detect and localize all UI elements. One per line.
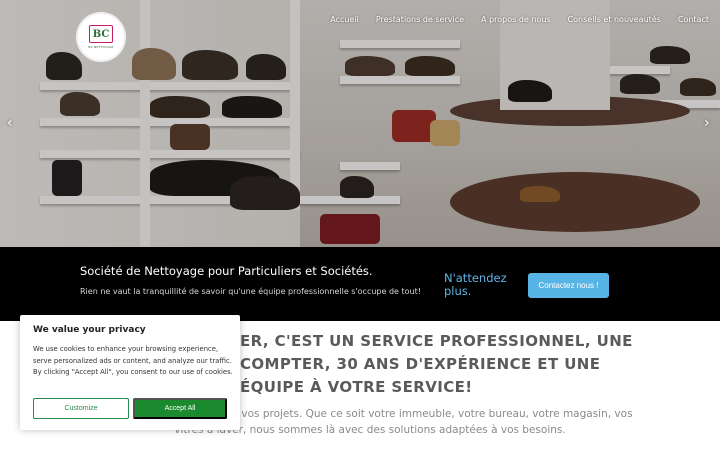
accept-all-button[interactable]: Accept All (133, 398, 227, 419)
contact-button[interactable]: Contactez nous ! (528, 273, 609, 298)
cookie-title: We value your privacy (33, 325, 146, 335)
cookie-body: We use cookies to enhance your browsing … (33, 345, 233, 376)
logo-mark: BC (89, 25, 113, 43)
band-text: Rien ne vaut la tranquillité de savoir q… (80, 287, 421, 296)
band-heading: Société de Nettoyage pour Particuliers e… (80, 264, 373, 278)
nav-item-contact[interactable]: Contact (678, 15, 709, 29)
nav-item-prestations[interactable]: Prestations de service (376, 15, 464, 29)
logo-tagline: BC NETTOYAGE (88, 45, 114, 49)
site-logo[interactable]: BC BC NETTOYAGE (78, 14, 124, 60)
nav-item-conseils[interactable]: Conseils et nouveautés (568, 15, 661, 29)
promo-band (0, 247, 720, 321)
nav-item-accueil[interactable]: Accueil (330, 15, 359, 29)
main-nav: Accueil Prestations de service A propos … (330, 15, 720, 29)
customize-button[interactable]: Customize (33, 398, 129, 419)
chevron-right-icon[interactable]: › (704, 116, 710, 130)
band-cta-text: N'attendez plus. (444, 271, 507, 298)
nav-item-a-propos[interactable]: A propos de nous (481, 15, 551, 29)
hero-slider: BC BC NETTOYAGE Accueil Prestations de s… (0, 0, 720, 247)
cookie-banner: We value your privacy We use cookies to … (20, 315, 240, 430)
chevron-left-icon[interactable]: ‹ (7, 116, 13, 130)
